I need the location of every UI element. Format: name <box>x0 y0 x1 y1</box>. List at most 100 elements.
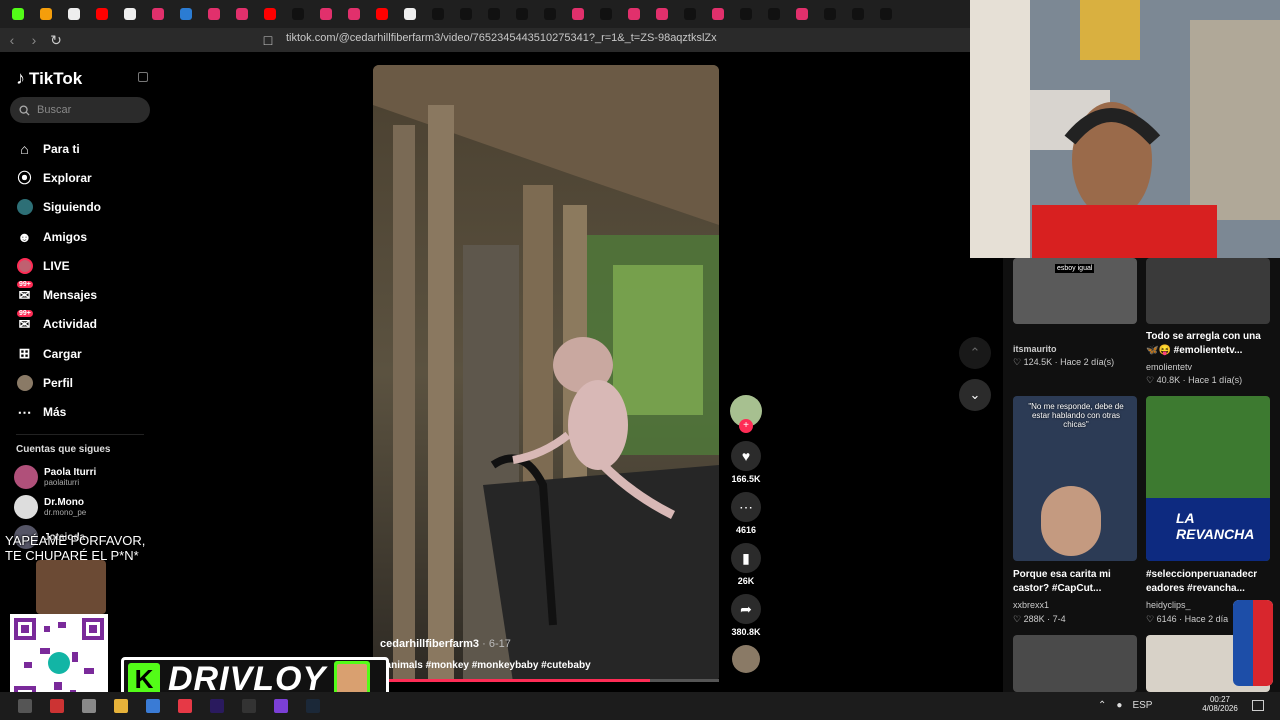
bookmark-icon[interactable]: □ <box>258 30 278 50</box>
browser-tab[interactable] <box>34 4 58 24</box>
next-video-button[interactable]: ⌄ <box>959 379 991 411</box>
recommendation-thumbnail[interactable]: "No me responde, debe de estar hablando … <box>1013 396 1137 561</box>
recommendation-user[interactable]: emolientetv <box>1146 362 1192 372</box>
browser-tab[interactable] <box>818 4 842 24</box>
nba-style-logo <box>1233 600 1273 686</box>
browser-tab[interactable] <box>370 4 394 24</box>
comment-button[interactable]: ⋯ <box>731 492 761 522</box>
browser-tab[interactable] <box>622 4 646 24</box>
browser-tab[interactable] <box>482 4 506 24</box>
collapse-sidebar-icon[interactable] <box>138 72 148 82</box>
browser-tab[interactable] <box>146 4 170 24</box>
nav-mas[interactable]: ⋯ Más <box>16 398 101 427</box>
language-label[interactable]: ESP <box>1132 700 1152 711</box>
recommendation-user[interactable]: xxbrexx1 <box>1013 600 1049 610</box>
following-account[interactable]: Dr.Mono dr.mono_pe <box>14 495 86 519</box>
chevron-up-icon[interactable]: ⌃ <box>1098 700 1106 711</box>
app-icon[interactable] <box>178 699 192 713</box>
nav-siguiendo[interactable]: Siguiendo <box>16 193 101 222</box>
clock[interactable]: 00:27 4/08/2026 <box>1200 695 1240 713</box>
browser-tab[interactable] <box>734 4 758 24</box>
chevron-up-icon: ⌃ <box>969 345 981 360</box>
browser-tab[interactable] <box>846 4 870 24</box>
video-author[interactable]: cedarhillfiberfarm3 · 6-17 <box>380 638 511 650</box>
browser-tab[interactable] <box>454 4 478 24</box>
previous-video-button[interactable]: ⌃ <box>959 337 991 369</box>
browser-tab[interactable] <box>118 4 142 24</box>
folder-icon[interactable] <box>114 699 128 713</box>
tab-favicon-icon <box>320 8 332 20</box>
recommendation-user[interactable]: heidyclips_ <box>1146 600 1191 610</box>
tab-favicon-icon <box>40 8 52 20</box>
microphone-icon[interactable]: ● <box>1116 700 1122 711</box>
recommendation-thumbnail[interactable] <box>1013 635 1137 692</box>
recommendation-thumbnail[interactable]: esboy igual <box>1013 258 1137 324</box>
browser-tab[interactable] <box>286 4 310 24</box>
recommendation-user[interactable]: itsmaurito <box>1013 344 1057 354</box>
browser-tab[interactable] <box>342 4 366 24</box>
browser-tab[interactable] <box>594 4 618 24</box>
nav-para-ti[interactable]: ⌂ Para ti <box>16 134 101 163</box>
follow-plus-icon[interactable]: + <box>739 419 753 433</box>
recommendation-title[interactable]: Porque esa carita mi castor? #CapCut... <box>1013 568 1133 596</box>
save-button[interactable]: ▮ <box>731 543 761 573</box>
steam-icon[interactable] <box>306 699 320 713</box>
tab-favicon-icon <box>796 8 808 20</box>
nav-cargar[interactable]: ⊞ Cargar <box>16 339 101 368</box>
nav-actividad[interactable]: ✉ 99+ Actividad <box>16 309 101 339</box>
app-icon[interactable] <box>274 699 288 713</box>
browser-tab[interactable] <box>398 4 422 24</box>
music-disc-icon[interactable] <box>732 645 760 673</box>
streamer-webcam <box>970 0 1280 258</box>
notification-icon[interactable] <box>1252 700 1264 711</box>
tab-favicon-icon <box>264 8 276 20</box>
premiere-icon[interactable] <box>210 699 224 713</box>
nav-perfil[interactable]: Perfil <box>16 368 101 397</box>
app-icon[interactable] <box>242 699 256 713</box>
browser-tab[interactable] <box>174 4 198 24</box>
chevron-down-icon: ⌄ <box>969 387 981 402</box>
browser-tab[interactable] <box>874 4 898 24</box>
browser-tab[interactable] <box>258 4 282 24</box>
browser-tab[interactable] <box>790 4 814 24</box>
browser-tab[interactable] <box>566 4 590 24</box>
url-field[interactable]: tiktok.com/@cedarhillfiberfarm3/video/76… <box>286 32 717 44</box>
video-progress-bar[interactable] <box>373 679 719 682</box>
app-icon[interactable] <box>18 699 32 713</box>
recommendation-thumbnail[interactable]: LA REVANCHA <box>1146 396 1270 561</box>
browser-tab[interactable] <box>762 4 786 24</box>
browser-tab[interactable] <box>202 4 226 24</box>
recommendation-title[interactable]: Todo se arregla con una 🦋😝 #emolientetv.… <box>1146 330 1266 358</box>
share-button[interactable]: ➦ <box>731 594 761 624</box>
app-icon[interactable] <box>146 699 160 713</box>
video-player[interactable] <box>373 65 719 682</box>
like-button[interactable]: ♥ <box>731 441 761 471</box>
browser-tab[interactable] <box>678 4 702 24</box>
browser-tab[interactable] <box>314 4 338 24</box>
reload-button[interactable]: ↻ <box>46 30 66 50</box>
tiktok-logo[interactable]: ♪ TikTok <box>16 68 82 89</box>
app-icon[interactable] <box>50 699 64 713</box>
search-box[interactable]: Buscar <box>10 97 150 123</box>
browser-tab[interactable] <box>6 4 30 24</box>
forward-button[interactable]: › <box>24 30 44 50</box>
nav-explorar[interactable]: ⦿ Explorar <box>16 163 101 192</box>
browser-tab[interactable] <box>230 4 254 24</box>
browser-tab[interactable] <box>538 4 562 24</box>
nav-amigos[interactable]: ☻ Amigos <box>16 222 101 251</box>
browser-tab[interactable] <box>510 4 534 24</box>
browser-tab[interactable] <box>62 4 86 24</box>
browser-tab[interactable] <box>90 4 114 24</box>
browser-tab[interactable] <box>706 4 730 24</box>
app-icon[interactable] <box>82 699 96 713</box>
recommendation-thumbnail[interactable] <box>1146 258 1270 324</box>
recommendation-title[interactable]: #seleccionperuanadecr eadores #revancha.… <box>1146 568 1270 596</box>
following-account[interactable]: Paola Iturri paolaiturri <box>14 465 96 489</box>
nav-live[interactable]: LIVE <box>16 251 101 280</box>
author-avatar[interactable]: + <box>730 395 762 433</box>
nav-mensajes[interactable]: ✉ 99+ Mensajes <box>16 280 101 309</box>
video-tags[interactable]: #animals #monkey #monkeybaby #cutebaby <box>380 660 591 671</box>
browser-tab[interactable] <box>426 4 450 24</box>
back-button[interactable]: ‹ <box>2 30 22 50</box>
browser-tab[interactable] <box>650 4 674 24</box>
